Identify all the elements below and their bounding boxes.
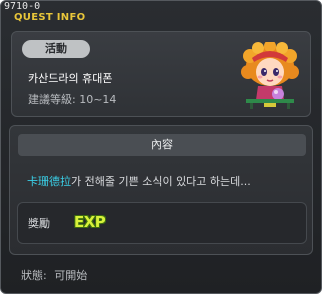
quest-summary-panel: 活動 카산드라의 휴대폰 建議等級: 10~14 <box>11 31 311 117</box>
quest-type-badge: 活動 <box>22 40 90 58</box>
content-header: 內容 <box>18 134 306 156</box>
npc-name-link: 卡珊德拉 <box>27 175 71 188</box>
description-text: 가 전해줄 기쁜 소식이 있다고 하는데... <box>71 175 251 188</box>
quest-content-panel: 內容 卡珊德拉가 전해줄 기쁜 소식이 있다고 하는데... 獎勵 EXP <box>9 125 313 255</box>
npc-portrait-icon <box>238 40 304 110</box>
reward-label: 獎勵 <box>28 217 50 230</box>
exp-reward-icon: EXP <box>74 213 106 231</box>
quest-description: 卡珊德拉가 전해줄 기쁜 소식이 있다고 하는데... <box>27 173 304 189</box>
quest-info-window: 9710-0 QUEST INFO 活動 카산드라의 휴대폰 建議等級: 10~… <box>0 0 322 294</box>
window-id: 9710-0 <box>4 1 41 12</box>
quest-level: 建議等級: 10~14 <box>28 93 117 106</box>
quest-name: 카산드라의 휴대폰 <box>28 72 113 85</box>
quest-status: 狀態: 可開始 <box>21 267 91 283</box>
status-value: 可開始 <box>54 269 88 282</box>
reward-box: 獎勵 EXP <box>17 202 307 244</box>
status-label: 狀態: <box>21 269 47 282</box>
window-title: QUEST INFO <box>14 12 86 23</box>
